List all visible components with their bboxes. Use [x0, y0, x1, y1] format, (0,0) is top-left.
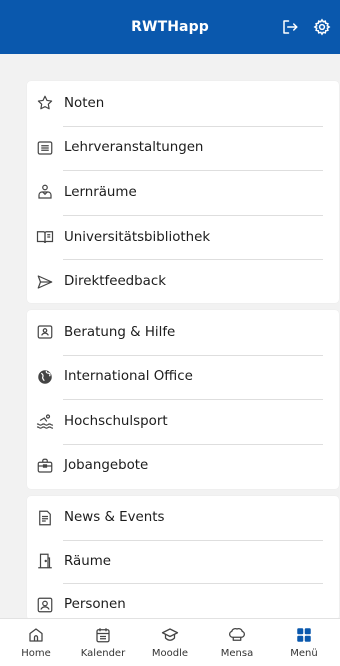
- star-icon: [37, 95, 53, 110]
- person-icon: [37, 597, 53, 613]
- gear-icon: [313, 18, 331, 36]
- list-icon: [37, 141, 53, 155]
- nav-mensa[interactable]: Mensa: [209, 619, 265, 666]
- header-actions: [280, 0, 332, 54]
- menu-item-label: News & Events: [64, 510, 165, 526]
- app-title: RWTHapp: [131, 19, 209, 35]
- menu-item-label: Lernräume: [64, 184, 137, 200]
- menu-item-personen[interactable]: Personen: [27, 583, 339, 620]
- menu-group-info: News & Events Räume Personen: [27, 496, 339, 620]
- nav-label: Home: [21, 648, 51, 659]
- nav-menue[interactable]: Menü: [276, 619, 332, 666]
- menu-item-lehrveranstaltungen[interactable]: Lehrveranstaltungen: [27, 125, 339, 171]
- menu-item-label: International Office: [64, 369, 193, 385]
- nav-label: Moodle: [151, 648, 189, 659]
- menu-item-news-events[interactable]: News & Events: [27, 496, 339, 540]
- nav-home[interactable]: Home: [8, 619, 64, 666]
- menu-item-jobangebote[interactable]: Jobangebote: [27, 443, 339, 489]
- mortarboard-icon: [161, 628, 179, 641]
- menu-group-services: Beratung & Hilfe International Office Ho…: [27, 310, 339, 489]
- nav-label: Kalender: [80, 648, 126, 659]
- settings-button[interactable]: [312, 17, 332, 37]
- menu-item-label: Universitätsbibliothek: [64, 229, 211, 245]
- grid-icon: [297, 628, 311, 642]
- logout-button[interactable]: [280, 17, 300, 37]
- swimming-icon: [36, 414, 54, 429]
- app-header: RWTHapp: [0, 0, 340, 54]
- door-icon: [38, 553, 52, 569]
- menu-item-noten[interactable]: Noten: [27, 81, 339, 126]
- menu-item-label: Räume: [64, 553, 111, 569]
- nav-label: Mensa: [220, 648, 254, 659]
- menu-item-label: Personen: [64, 597, 126, 613]
- desk-lamp-icon: [38, 185, 52, 200]
- menu-item-label: Direktfeedback: [64, 274, 166, 290]
- menu-item-beratung-hilfe[interactable]: Beratung & Hilfe: [27, 310, 339, 355]
- menu-item-raeume[interactable]: Räume: [27, 539, 339, 584]
- nav-label: Menü: [290, 648, 318, 659]
- briefcase-icon: [37, 458, 53, 473]
- book-icon: [36, 231, 54, 244]
- app: RWTHapp Noten Lehrveranstaltungen Lernrä…: [0, 0, 340, 666]
- menu-item-international-office[interactable]: International Office: [27, 354, 339, 400]
- menu-item-label: Lehrveranstaltungen: [64, 140, 204, 156]
- menu-item-direktfeedback[interactable]: Direktfeedback: [27, 259, 339, 304]
- menu-item-label: Beratung & Hilfe: [64, 324, 176, 340]
- chef-hat-icon: [229, 628, 245, 641]
- menu-item-hochschulsport[interactable]: Hochschulsport: [27, 399, 339, 444]
- nav-kalender[interactable]: Kalender: [75, 619, 131, 666]
- menu-group-studies: Noten Lehrveranstaltungen Lernräume Univ…: [27, 81, 339, 303]
- menu-item-universitaetsbibliothek[interactable]: Universitätsbibliothek: [27, 214, 339, 260]
- globe-icon: [38, 370, 52, 384]
- id-card-icon: [37, 325, 53, 339]
- bottom-navigation: Home Kalender Moodle Mensa Menü: [0, 618, 340, 666]
- logout-icon: [283, 20, 298, 34]
- send-icon: [37, 275, 53, 289]
- newspaper-icon: [39, 510, 51, 526]
- menu-item-lernraeume[interactable]: Lernräume: [27, 170, 339, 215]
- home-icon: [29, 628, 43, 642]
- menu-item-label: Noten: [64, 95, 105, 111]
- menu-item-label: Hochschulsport: [64, 413, 168, 429]
- menu-item-label: Jobangebote: [64, 458, 149, 474]
- calendar-icon: [96, 628, 110, 643]
- nav-moodle[interactable]: Moodle: [142, 619, 198, 666]
